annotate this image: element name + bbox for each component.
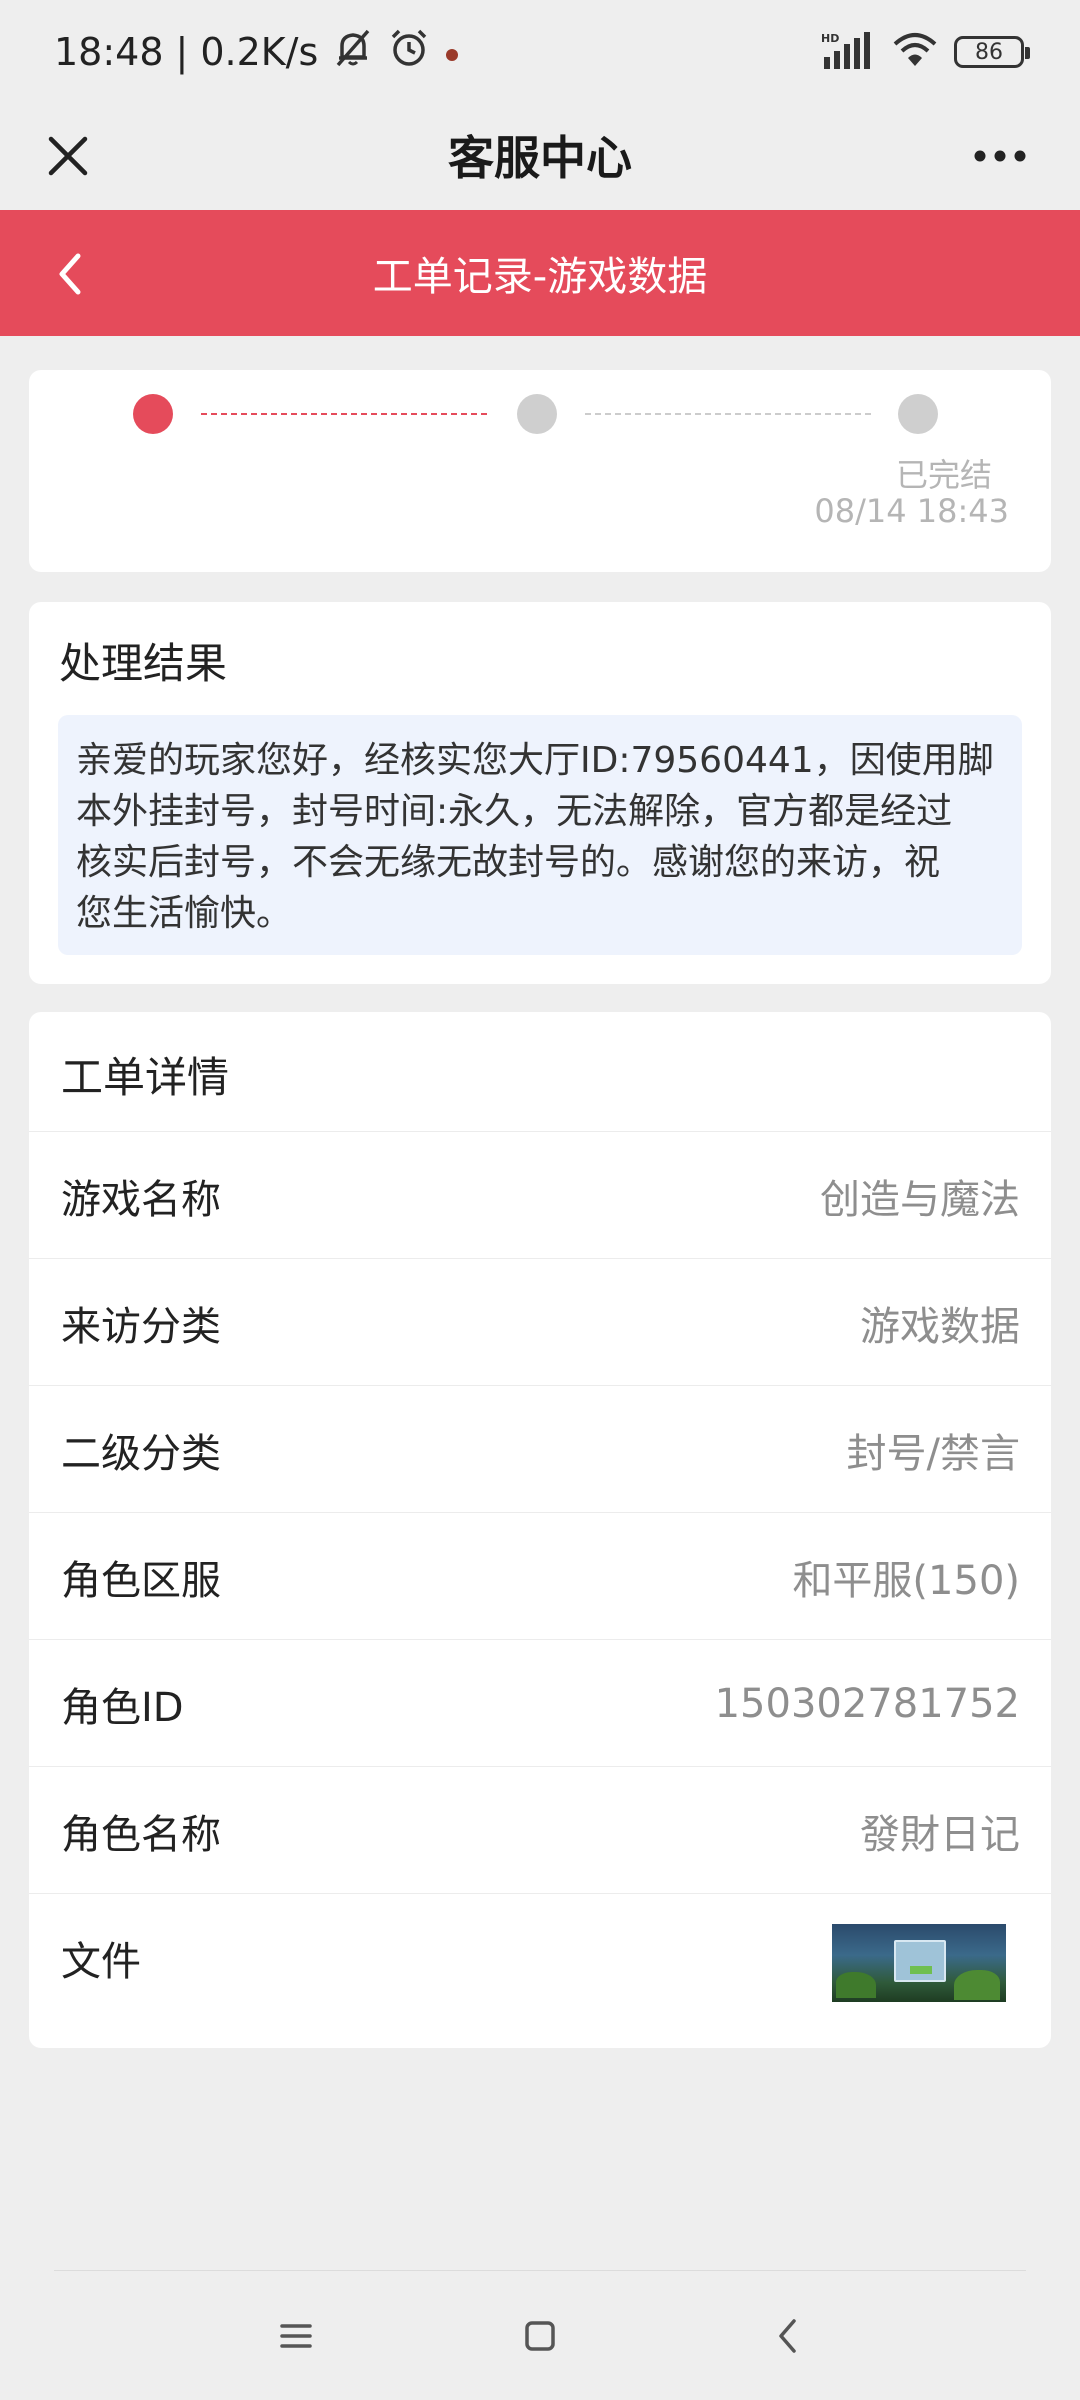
file-thumbnail[interactable]	[832, 1924, 1006, 2002]
detail-label: 来访分类	[61, 1303, 221, 1350]
more-button[interactable]	[960, 118, 1040, 194]
detail-value: 150302781752	[714, 1680, 1020, 1727]
more-icon	[974, 150, 1026, 162]
detail-value: 创造与魔法	[820, 1176, 1020, 1223]
result-line: 亲爱的玩家您好，经核实您大厅ID:79560441，因使用脚	[76, 740, 994, 781]
detail-label: 文件	[61, 1938, 141, 1985]
detail-row-visit-category: 来访分类 游戏数据	[29, 1259, 1051, 1386]
status-left: 18:48 | 0.2K/s	[54, 24, 462, 80]
step-final-status: 已完结	[895, 456, 992, 494]
detail-row-sub-category: 二级分类 封号/禁言	[29, 1386, 1051, 1513]
detail-value: 發財日记	[860, 1811, 1020, 1858]
detail-value: 和平服(150)	[792, 1557, 1020, 1604]
step-dot-2	[517, 394, 557, 434]
nav-home-button[interactable]	[500, 2301, 580, 2371]
page-title: 客服中心	[448, 131, 632, 185]
signal-hd-tag: HD	[821, 32, 839, 45]
result-line: 核实后封号，不会无缘无故封号的。感谢您的来访，祝	[76, 842, 941, 883]
details-card: 工单详情 游戏名称 创造与魔法 来访分类 游戏数据 二级分类 封号/禁言 角色区…	[29, 1012, 1051, 2048]
status-net-speed: 0.2K/s	[200, 30, 319, 74]
step-final-time: 08/14 18:43	[814, 492, 1009, 530]
details-title: 工单详情	[61, 1053, 230, 1102]
result-title: 处理结果	[59, 639, 228, 688]
wifi-icon	[892, 30, 938, 74]
nav-back-button[interactable]	[748, 2301, 828, 2371]
detail-row-role-name: 角色名称 發財日记	[29, 1767, 1051, 1894]
sub-header-title: 工单记录-游戏数据	[372, 254, 708, 300]
app-header: 客服中心	[0, 100, 1080, 210]
step-dot-1	[133, 394, 173, 434]
detail-value: 游戏数据	[860, 1303, 1020, 1350]
detail-row-server: 角色区服 和平服(150)	[29, 1513, 1051, 1640]
nav-menu-button[interactable]	[256, 2301, 336, 2371]
thumbnail-foliage	[954, 1970, 1000, 2000]
detail-row-file: 文件	[29, 1894, 1051, 2034]
mute-bell-icon	[330, 25, 376, 80]
status-right: HD 86	[820, 28, 1030, 76]
back-arrow-icon	[779, 2319, 796, 2353]
result-line: 本外挂封号，封号时间:永久，无法解除，官方都是经过	[76, 791, 953, 832]
detail-label: 角色ID	[61, 1684, 184, 1731]
status-bar: 18:48 | 0.2K/s HD 86	[0, 0, 1080, 100]
step-dot-3	[898, 394, 938, 434]
thumbnail-dialog	[894, 1940, 946, 1982]
status-separator: |	[175, 30, 189, 74]
progress-card: 已完结 08/14 18:43	[29, 370, 1051, 572]
step-connector-2	[585, 413, 871, 415]
alarm-icon	[388, 27, 430, 78]
detail-row-game-name: 游戏名称 创造与魔法	[29, 1132, 1051, 1259]
detail-label: 游戏名称	[61, 1176, 221, 1223]
detail-value: 封号/禁言	[846, 1430, 1020, 1477]
battery-level: 86	[975, 39, 1003, 65]
status-time: 18:48	[54, 30, 164, 74]
battery-icon: 86	[954, 36, 1030, 68]
thumbnail-foliage	[836, 1972, 876, 1998]
home-square-icon	[525, 2321, 555, 2351]
details-header: 工单详情	[29, 1012, 1051, 1132]
signal-icon: HD	[820, 30, 876, 74]
detail-row-role-id: 角色ID 150302781752	[29, 1640, 1051, 1767]
result-message: 亲爱的玩家您好，经核实您大厅ID:79560441，因使用脚 本外挂封号，封号时…	[58, 715, 1022, 955]
sub-header: 工单记录-游戏数据	[0, 210, 1080, 336]
detail-label: 二级分类	[61, 1430, 221, 1477]
menu-icon	[280, 2324, 312, 2348]
detail-label: 角色名称	[61, 1811, 221, 1858]
detail-label: 角色区服	[61, 1557, 221, 1604]
step-connector-1	[201, 413, 487, 415]
system-nav-bar	[0, 2271, 1080, 2400]
result-line: 您生活愉快。	[76, 893, 293, 934]
app-notification-icon	[442, 30, 462, 74]
result-card: 处理结果 亲爱的玩家您好，经核实您大厅ID:79560441，因使用脚 本外挂封…	[29, 602, 1051, 984]
